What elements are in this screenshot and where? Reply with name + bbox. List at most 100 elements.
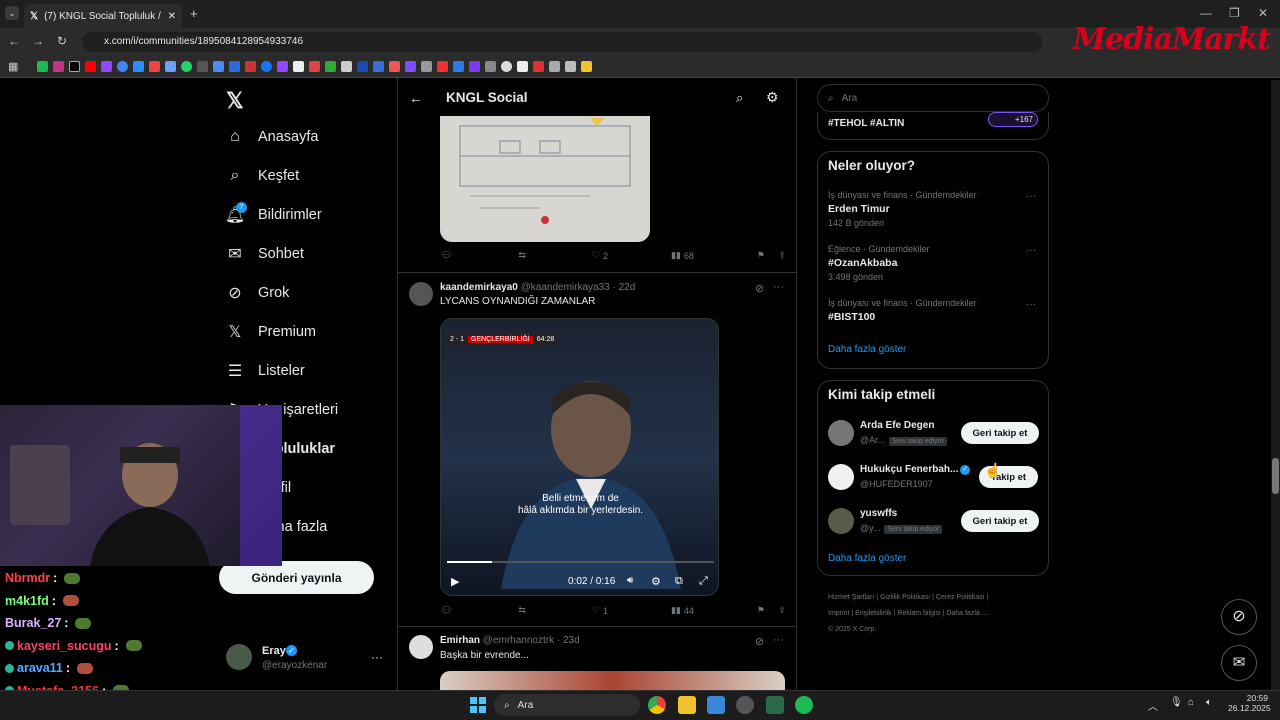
photos-icon[interactable] <box>707 696 725 714</box>
fullscreen-icon[interactable]: ⤢ <box>699 575 708 588</box>
follow-button[interactable]: Geri takip et <box>961 422 1039 444</box>
spotify-icon[interactable] <box>795 696 813 714</box>
bookmark-icon[interactable]: ⚑ <box>757 250 765 261</box>
repost-icon[interactable]: ⇆ <box>518 605 529 616</box>
folder-icon[interactable] <box>581 61 593 72</box>
nav-item-1[interactable]: ⌕ Keşfet <box>226 167 300 185</box>
bookmark-icon[interactable] <box>421 61 433 72</box>
views-icon[interactable]: ▮▮ 68 <box>671 250 694 261</box>
video-progress[interactable] <box>447 561 714 563</box>
top-trend-tags[interactable]: #TEHOL #ALTIN <box>828 118 904 129</box>
reply-icon[interactable]: 💬︎ <box>441 605 455 616</box>
chrome-icon[interactable] <box>648 696 666 714</box>
back-arrow-icon[interactable]: ← <box>409 90 423 106</box>
grok-fab-icon[interactable]: ⊘ <box>1221 599 1257 635</box>
post-time[interactable]: 22d <box>619 282 636 293</box>
grok-icon[interactable]: ⊘ <box>755 282 764 295</box>
bookmark-icon[interactable] <box>181 61 193 72</box>
footer-link[interactable]: Daha fazla ... <box>946 610 987 617</box>
bookmark-icon[interactable] <box>485 61 497 72</box>
volume-icon[interactable]: 🔊︎ <box>627 575 633 586</box>
avatar[interactable] <box>409 635 433 659</box>
nav-item-4[interactable]: ⊘ Grok <box>226 284 289 302</box>
trend-badge[interactable]: +167 <box>988 112 1038 127</box>
bookmark-icon[interactable] <box>197 61 209 72</box>
bookmark-icon[interactable] <box>325 61 337 72</box>
avatar[interactable] <box>828 420 854 446</box>
maximize-button[interactable]: ❐ <box>1229 6 1240 20</box>
apps-icon[interactable]: ▦ <box>8 60 18 73</box>
close-window-button[interactable]: ✕ <box>1258 6 1268 20</box>
clock[interactable]: 20:59 26.12.2025 <box>1228 693 1271 713</box>
messages-fab-icon[interactable]: ✉ <box>1221 645 1257 681</box>
bookmark-icon[interactable] <box>213 61 225 72</box>
trends-show-more[interactable]: Daha fazla göster <box>828 344 906 355</box>
nav-item-2[interactable]: 🔔︎ 7 Bildirimler <box>225 202 322 224</box>
bookmark-icon[interactable] <box>341 61 353 72</box>
bookmark-icon[interactable] <box>293 61 305 72</box>
post-time[interactable]: 23d <box>563 635 580 646</box>
bookmark-icon[interactable] <box>309 61 321 72</box>
bookmark-icon[interactable] <box>85 61 97 72</box>
file-explorer-icon[interactable] <box>678 696 696 714</box>
bookmark-icon[interactable] <box>357 61 369 72</box>
footer-link[interactable]: Gizlilik Politikası <box>880 594 930 601</box>
like-icon[interactable]: ♡ 1 <box>592 605 608 616</box>
bookmark-icon[interactable] <box>245 61 257 72</box>
url-field[interactable]: x.com/i/communities/1895084128954933746 <box>82 32 1042 52</box>
author-name[interactable]: kaandemirkaya0 <box>440 282 518 293</box>
reply-icon[interactable]: 💬︎ <box>441 250 455 261</box>
account-avatar[interactable] <box>226 644 252 670</box>
bookmark-icon[interactable] <box>53 61 65 72</box>
follow-name[interactable]: Arda Efe Degen <box>860 420 934 431</box>
bookmark-icon[interactable] <box>133 61 145 72</box>
share-icon[interactable]: ⇪ <box>778 250 786 261</box>
taskbar-search[interactable]: ⌕ Ara <box>494 694 640 716</box>
share-icon[interactable]: ⇪ <box>778 605 786 616</box>
x-logo-icon[interactable]: 𝕏 <box>226 88 244 114</box>
pip-icon[interactable]: ⧉ <box>675 575 683 588</box>
post-menu-icon[interactable]: ··· <box>773 281 784 293</box>
bookmark-icon[interactable] <box>229 61 241 72</box>
author-name[interactable]: Emirhan <box>440 635 480 646</box>
bookmark-icon[interactable] <box>469 61 481 72</box>
speaker-icon[interactable]: 🔈︎ <box>1206 697 1212 708</box>
trend-menu-icon[interactable]: ··· <box>1026 191 1036 202</box>
bookmark-icon[interactable] <box>37 61 49 72</box>
bookmark-icon[interactable] <box>517 61 529 72</box>
views-icon[interactable]: ▮▮ 44 <box>671 605 694 616</box>
bookmark-icon[interactable] <box>149 61 161 72</box>
footer-link[interactable]: Erişilebilirlik <box>855 610 892 617</box>
nav-item-6[interactable]: ☰ Listeler <box>226 362 305 380</box>
trend-menu-icon[interactable]: ··· <box>1026 245 1036 256</box>
scrollbar[interactable] <box>1271 80 1280 690</box>
bookmark-icon[interactable] <box>565 61 577 72</box>
bookmark-icon[interactable] <box>533 61 545 72</box>
account-menu-icon[interactable]: ··· <box>371 650 383 664</box>
browser-tab[interactable]: 𝕏 (7) KNGL Social Topluluk / X ✕ <box>24 4 182 28</box>
bookmark-icon[interactable] <box>101 61 113 72</box>
trend-name[interactable]: #OzanAkbaba <box>828 257 897 269</box>
post-image[interactable] <box>440 671 785 690</box>
author-handle[interactable]: @kaandemirkaya33 <box>521 282 610 293</box>
steam-icon[interactable] <box>736 696 754 714</box>
follow-name[interactable]: yuswffs <box>860 508 897 519</box>
tray-chevron-icon[interactable]: ︿ <box>1148 698 1158 713</box>
bookmark-icon[interactable] <box>437 61 449 72</box>
back-icon[interactable]: ← <box>8 34 20 48</box>
follow-name[interactable]: Hukukçu Fenerbah... <box>860 464 958 475</box>
footer-link[interactable]: Reklam bilgisi <box>897 610 940 617</box>
bookmark-icon[interactable] <box>389 61 401 72</box>
follow-show-more[interactable]: Daha fazla göster <box>828 553 906 564</box>
bookmark-icon[interactable] <box>261 61 273 72</box>
minimize-button[interactable]: — <box>1200 6 1212 20</box>
bookmark-icon[interactable] <box>549 61 561 72</box>
bookmark-icon[interactable] <box>117 61 129 72</box>
search-icon[interactable]: ⌕ <box>736 90 743 106</box>
post-image[interactable] <box>440 116 650 242</box>
mic-icon[interactable]: 🎙︎ <box>1170 697 1183 708</box>
settings-gear-icon[interactable]: ⚙ <box>766 89 779 106</box>
bookmark-icon[interactable] <box>501 61 513 72</box>
grok-icon[interactable]: ⊘ <box>755 635 764 648</box>
video-settings-icon[interactable]: ⚙ <box>651 575 661 588</box>
